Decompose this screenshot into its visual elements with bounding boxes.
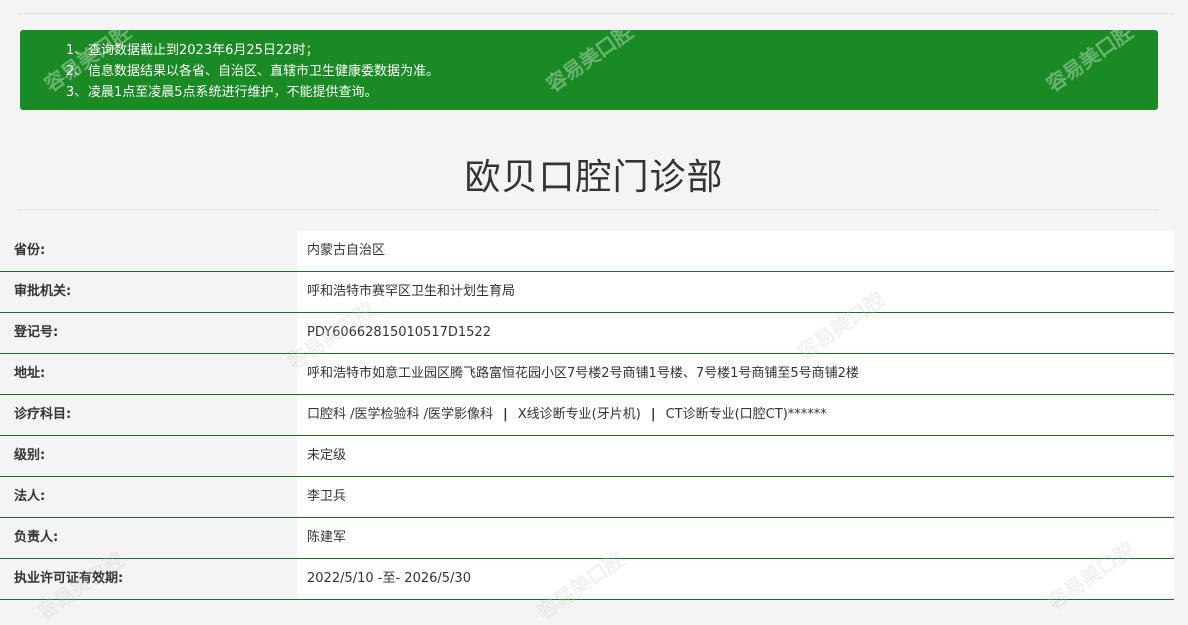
table-row-departments: 诊疗科目: 口腔科 /医学检验科 /医学影像科 | X线诊断专业(牙片机) | CT诊断…	[0, 395, 1174, 436]
row-value: 内蒙古自治区	[297, 231, 1174, 272]
top-divider	[18, 13, 1174, 14]
table-row-address: 地址: 呼和浩特市如意工业园区腾飞路富恒花园小区7号楼2号商铺1号楼、7号楼1号…	[0, 354, 1174, 395]
row-value: 陈建军	[297, 518, 1174, 559]
table-row-registration: 登记号: PDY60662815010517D1522	[0, 313, 1174, 354]
table-row-authority: 审批机关: 呼和浩特市赛罕区卫生和计划生育局	[0, 272, 1174, 313]
row-label: 地址:	[0, 354, 297, 395]
row-label: 级别:	[0, 436, 297, 477]
row-label: 法人:	[0, 477, 297, 518]
notice-item-number: 3、	[66, 85, 88, 100]
department-item: X线诊断专业(牙片机)	[517, 407, 641, 422]
notice-item-number: 2、	[66, 64, 88, 79]
notice-item-text: 查询数据截止到2023年6月25日22时；	[88, 43, 319, 58]
row-value: 呼和浩特市赛罕区卫生和计划生育局	[297, 272, 1174, 313]
notice-item-text: 凌晨1点至凌晨5点系统进行维护，不能提供查询。	[88, 85, 378, 100]
row-label: 审批机关:	[0, 272, 297, 313]
notice-item-text: 信息数据结果以各省、自治区、直辖市卫生健康委数据为准。	[88, 64, 440, 79]
row-label: 负责人:	[0, 518, 297, 559]
table-row-person-in-charge: 负责人: 陈建军	[0, 518, 1174, 559]
row-value: 2022/5/10 -至- 2026/5/30	[297, 559, 1174, 600]
department-separator: |	[650, 407, 656, 422]
notice-list: 1、 查询数据截止到2023年6月25日22时； 2、 信息数据结果以各省、自治区、…	[66, 40, 1158, 103]
row-value: PDY60662815010517D1522	[297, 313, 1174, 354]
notice-item: 1、 查询数据截止到2023年6月25日22时；	[66, 40, 1158, 61]
row-label: 诊疗科目:	[0, 395, 297, 436]
notice-item: 2、 信息数据结果以各省、自治区、直辖市卫生健康委数据为准。	[66, 61, 1158, 82]
department-item: 口腔科 /医学检验科 /医学影像科	[307, 407, 494, 422]
info-table: 省份: 内蒙古自治区 审批机关: 呼和浩特市赛罕区卫生和计划生育局 登记号: P…	[0, 231, 1174, 600]
row-value: 呼和浩特市如意工业园区腾飞路富恒花园小区7号楼2号商铺1号楼、7号楼1号商铺至5…	[297, 354, 1174, 395]
notice-banner: 1、 查询数据截止到2023年6月25日22时； 2、 信息数据结果以各省、自治区、…	[20, 20, 1158, 110]
department-item: CT诊断专业(口腔CT)******	[665, 407, 827, 422]
department-separator: |	[503, 407, 508, 422]
row-value: 口腔科 /医学检验科 /医学影像科 | X线诊断专业(牙片机) | CT诊断专业(口腔C…	[297, 395, 1174, 436]
row-label: 登记号:	[0, 313, 297, 354]
row-label: 执业许可证有效期:	[0, 559, 297, 600]
title-divider	[18, 209, 1158, 210]
page-title: 欧贝口腔门诊部	[464, 157, 724, 198]
row-label: 省份:	[0, 231, 297, 272]
row-value: 李卫兵	[297, 477, 1174, 518]
table-row-license-validity: 执业许可证有效期: 2022/5/10 -至- 2026/5/30	[0, 559, 1174, 600]
notice-item-number: 1、	[66, 43, 88, 58]
row-value: 未定级	[297, 436, 1174, 477]
table-row-legal-person: 法人: 李卫兵	[0, 477, 1174, 518]
table-row-level: 级别: 未定级	[0, 436, 1174, 477]
notice-item: 3、 凌晨1点至凌晨5点系统进行维护，不能提供查询。	[66, 82, 1158, 103]
table-row-province: 省份: 内蒙古自治区	[0, 231, 1174, 272]
